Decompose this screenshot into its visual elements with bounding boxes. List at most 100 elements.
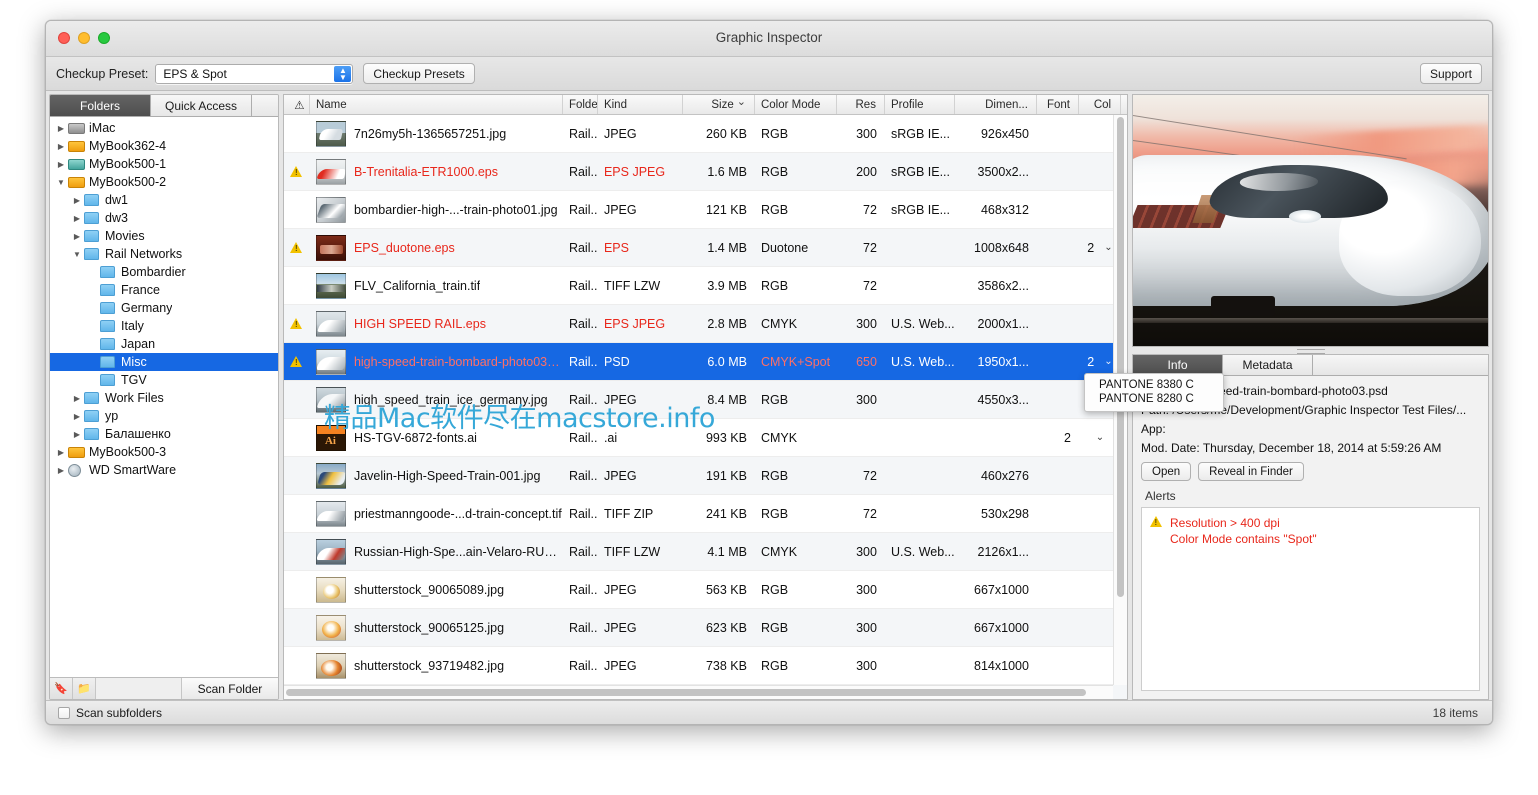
tree-item-tgv[interactable]: TGV (50, 371, 278, 389)
bookmark-icon[interactable]: 🔖 (50, 678, 73, 699)
table-row[interactable]: shutterstock_90065089.jpgRail...JPEG563 … (284, 571, 1127, 609)
tree-item-mybook362-4[interactable]: MyBook362-4 (50, 137, 278, 155)
table-row[interactable]: FLV_California_train.tifRail...TIFF LZW3… (284, 267, 1127, 305)
column-header-size[interactable]: Size (683, 95, 755, 114)
pane-resize-grip[interactable] (1132, 347, 1489, 354)
tree-item-misc[interactable]: Misc (50, 353, 278, 371)
chevron-right-icon[interactable] (70, 232, 84, 241)
table-row[interactable]: high-speed-train-bombard-photo03.psdRail… (284, 343, 1127, 381)
file-thumbnail (316, 577, 346, 603)
pantone-item[interactable]: PANTONE 8280 C (1085, 392, 1223, 406)
chevron-right-icon[interactable] (70, 412, 84, 421)
cell-folder: Rail... (563, 241, 598, 255)
column-header-type[interactable]: Type (1121, 95, 1128, 114)
table-horizontal-scrollbar[interactable] (284, 685, 1113, 699)
cell-warn (284, 242, 310, 254)
cell-res-value: 72 (863, 279, 877, 293)
open-button[interactable]: Open (1141, 462, 1191, 481)
column-header-name[interactable]: Name (310, 95, 563, 114)
chevron-down-icon[interactable]: ⌄ (1096, 432, 1104, 443)
scan-folder-button[interactable]: Scan Folder (182, 678, 278, 699)
cell-size-value: 2.8 MB (707, 317, 747, 331)
chevron-right-icon[interactable] (54, 466, 68, 475)
folder-icon (84, 211, 101, 225)
table-row[interactable]: Javelin-High-Speed-Train-001.jpgRail...J… (284, 457, 1127, 495)
table-row[interactable]: EPS_duotone.epsRail...EPS1.4 MBDuotone72… (284, 229, 1127, 267)
tab-quick-access[interactable]: Quick Access (151, 95, 252, 116)
column-header-kind[interactable]: Kind (598, 95, 683, 114)
table-row[interactable]: B-Trenitalia-ETR1000.epsRail...EPS JPEG1… (284, 153, 1127, 191)
tree-item-dw3[interactable]: dw3 (50, 209, 278, 227)
chevron-down-icon[interactable] (54, 178, 68, 187)
column-header-col[interactable]: Col (1079, 95, 1121, 114)
column-header-folder[interactable]: Folder (563, 95, 598, 114)
chevron-right-icon[interactable] (70, 196, 84, 205)
reveal-in-finder-button[interactable]: Reveal in Finder (1198, 462, 1304, 481)
table-row[interactable]: shutterstock_90065125.jpgRail...JPEG623 … (284, 609, 1127, 647)
tree-item-mybook500-1[interactable]: MyBook500-1 (50, 155, 278, 173)
cell-mode-value: RGB (761, 507, 788, 521)
tree-item-imac[interactable]: iMac (50, 119, 278, 137)
chevron-right-icon[interactable] (54, 124, 68, 133)
tree-item-france[interactable]: France (50, 281, 278, 299)
add-folder-icon[interactable]: 📁 (73, 678, 96, 699)
file-table-body[interactable]: 7n26my5h-1365657251.jpgRail...JPEG260 KB… (284, 115, 1127, 699)
chevron-right-icon[interactable] (70, 214, 84, 223)
table-row[interactable]: shutterstock_93719482.jpgRail...JPEG738 … (284, 647, 1127, 685)
alert-item: Resolution > 400 dpi (1170, 516, 1317, 530)
tree-item-bombardier[interactable]: Bombardier (50, 263, 278, 281)
chevron-right-icon[interactable] (70, 394, 84, 403)
tree-item-yp[interactable]: yp (50, 407, 278, 425)
cell-mode-value: RGB (761, 203, 788, 217)
tree-item-japan[interactable]: Japan (50, 335, 278, 353)
column-header-font[interactable]: Font (1037, 95, 1079, 114)
cell-res-value: 300 (856, 127, 877, 141)
table-row[interactable]: HS-TGV-6872-fonts.aiRail....ai993 KBCMYK… (284, 419, 1127, 457)
tree-item-italy[interactable]: Italy (50, 317, 278, 335)
checkup-preset-select[interactable]: EPS & Spot ▲▼ (155, 64, 353, 84)
tab-metadata[interactable]: Metadata (1223, 355, 1313, 375)
checkup-presets-button[interactable]: Checkup Presets (363, 63, 474, 84)
chevron-right-icon[interactable] (54, 142, 68, 151)
tree-item-work-files[interactable]: Work Files (50, 389, 278, 407)
table-horizontal-scroll-thumb[interactable] (286, 689, 1086, 696)
table-row[interactable]: HIGH SPEED RAIL.epsRail...EPS JPEG2.8 MB… (284, 305, 1127, 343)
cell-res-value: 72 (863, 203, 877, 217)
chevron-down-icon[interactable] (70, 250, 84, 259)
chevron-down-icon[interactable]: ⌄ (1104, 242, 1112, 253)
chevron-right-icon[interactable] (54, 160, 68, 169)
table-row[interactable]: high_speed_train_ice_germany.jpgRail...J… (284, 381, 1127, 419)
warning-triangle-icon (290, 356, 303, 368)
column-header-res[interactable]: Res (837, 95, 885, 114)
tree-item-mybook500-3[interactable]: MyBook500-3 (50, 443, 278, 461)
tree-item-movies[interactable]: Movies (50, 227, 278, 245)
tree-item-rail-networks[interactable]: Rail Networks (50, 245, 278, 263)
chevron-down-icon[interactable]: ⌄ (1104, 356, 1112, 367)
table-vertical-scroll-thumb[interactable] (1117, 117, 1124, 597)
table-row[interactable]: bombardier-high-...-train-photo01.jpgRai… (284, 191, 1127, 229)
column-header-profile[interactable]: Profile (885, 95, 955, 114)
column-header-mode[interactable]: Color Mode (755, 95, 837, 114)
table-row[interactable]: Russian-High-Spe...ain-Velaro-RUS.tifRai… (284, 533, 1127, 571)
column-header-dimen[interactable]: Dimen... (955, 95, 1037, 114)
support-button[interactable]: Support (1420, 63, 1482, 84)
toolbar: Checkup Preset: EPS & Spot ▲▼ Checkup Pr… (46, 57, 1492, 91)
chevron-right-icon[interactable] (54, 448, 68, 457)
tree-item-wd-smartware[interactable]: WD SmartWare (50, 461, 278, 479)
pantone-item[interactable]: PANTONE 8380 C (1085, 378, 1223, 392)
pantone-popup[interactable]: PANTONE 8380 C PANTONE 8280 C (1084, 373, 1224, 412)
column-header-warn[interactable]: ⚠ (284, 95, 310, 114)
tree-item-балашенко[interactable]: Балашенко (50, 425, 278, 443)
tab-folders[interactable]: Folders (50, 95, 151, 116)
chevron-right-icon[interactable] (70, 430, 84, 439)
warning-triangle-icon (290, 242, 303, 254)
table-row[interactable]: 7n26my5h-1365657251.jpgRail...JPEG260 KB… (284, 115, 1127, 153)
tree-item-dw1[interactable]: dw1 (50, 191, 278, 209)
tab-info[interactable]: Info (1133, 355, 1223, 375)
scan-subfolders-checkbox[interactable] (58, 707, 70, 719)
scan-subfolders-label: Scan subfolders (76, 706, 162, 720)
cell-size-value: 993 KB (706, 431, 747, 445)
tree-item-mybook500-2[interactable]: MyBook500-2 (50, 173, 278, 191)
table-row[interactable]: priestmanngoode-...d-train-concept.tifRa… (284, 495, 1127, 533)
tree-item-germany[interactable]: Germany (50, 299, 278, 317)
